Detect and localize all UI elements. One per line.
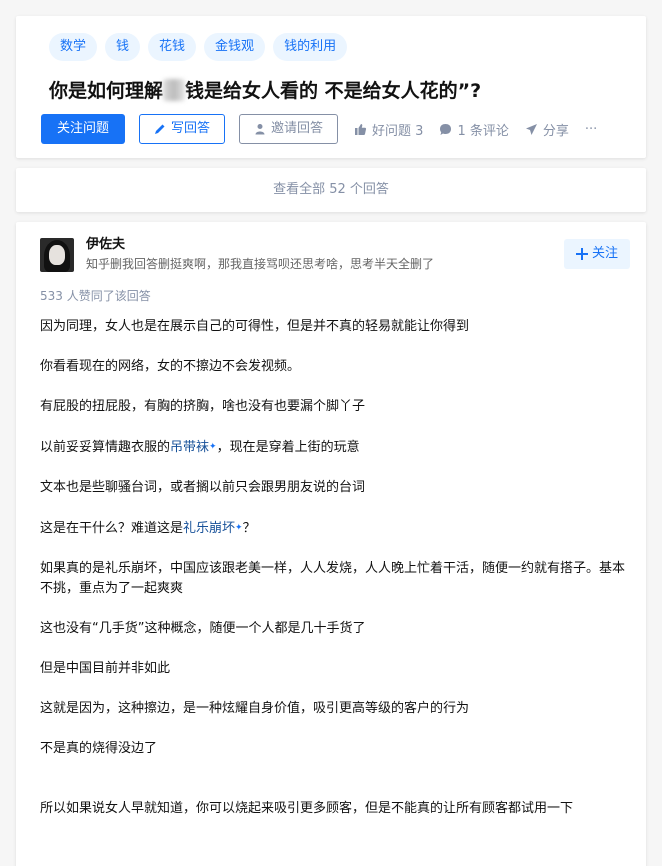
answer-paragraph: 有屁股的扭屁股，有胸的挤胸，啥也没有也要漏个脚丫子 <box>40 399 366 414</box>
question-card: 数学 钱 花钱 金钱观 钱的利用 你是如何理解 钱是给女人看的 不是给女人花的”?… <box>16 16 646 158</box>
avatar[interactable] <box>40 238 74 272</box>
question-title-start: 你是如何理解 <box>49 80 164 102</box>
answer-paragraph: 你看看现在的网络，女的不擦边不会发视频。 <box>40 359 301 374</box>
topic-tag[interactable]: 钱 <box>105 33 141 61</box>
answer-paragraph: 如果真的是礼乐崩坏，中国应该跟老美一样，人人发烧，人人晚上忙着干活，随便一约就有… <box>40 561 626 596</box>
share-label: 分享 <box>542 123 569 139</box>
answer-card: 伊佐夫 知乎删我回答删挺爽啊，那我直接骂呗还思考啥，思考半天全删了 关注 533… <box>16 222 646 866</box>
answer-paragraph: 所以如果说女人早就知道，你可以烧起来吸引更多顾客，但是不能真的让所有顾客都试用一… <box>40 801 574 816</box>
answer-paragraph: 这就是因为，这种擦边，是一种炫耀自身价值，吸引更高等级的客户的行为 <box>40 701 470 716</box>
view-all-answers-button[interactable]: 查看全部 52 个回答 <box>16 168 646 212</box>
answer-paragraph: 这是在干什么？难道这是礼乐崩坏✦？ <box>40 518 626 539</box>
topic-list: 数学 钱 花钱 金钱观 钱的利用 <box>49 33 646 61</box>
topic-tag[interactable]: 数学 <box>49 33 98 61</box>
answer-paragraph: 文本也是些聊骚台词，或者搁以前只会跟男朋友说的台词 <box>40 480 366 495</box>
answer-paragraph: 这也没有“几手货”这种概念，随便一个人都是几十手货了 <box>40 621 366 636</box>
question-actions: 关注问题 写回答 邀请回答 好问题 3 1 条评论 分享 ··· <box>41 114 597 144</box>
author-name[interactable]: 伊佐夫 <box>86 236 434 254</box>
person-plus-icon <box>254 123 266 135</box>
question-title-end: 钱是给女人看的 不是给女人花的”? <box>185 80 482 102</box>
author-bio: 知乎删我回答删挺爽啊，那我直接骂呗还思考啥，思考半天全删了 <box>86 257 435 271</box>
share-icon <box>525 123 538 136</box>
answer-paragraph: 因为同理，女人也是在展示自己的可得性，但是并不真的轻易就能让你得到 <box>40 319 470 334</box>
more-button[interactable]: ··· <box>585 122 597 137</box>
keyword-link[interactable]: 吊带袜 <box>170 440 209 455</box>
comments-button[interactable]: 1 条评论 <box>439 120 509 139</box>
sparkle-icon: ✦ <box>235 523 243 533</box>
thumbs-up-icon <box>354 123 367 136</box>
author-info: 伊佐夫 知乎删我回答删挺爽啊，那我直接骂呗还思考啥，思考半天全删了 <box>40 236 646 274</box>
follow-author-button[interactable]: 关注 <box>563 239 630 269</box>
upvote-count: 533 人赞同了该回答 <box>40 289 151 303</box>
avatar-face <box>49 245 65 265</box>
topic-tag[interactable]: 钱的利用 <box>273 33 348 61</box>
invite-answer-button[interactable]: 邀请回答 <box>239 114 339 144</box>
good-question-label: 好问题 3 <box>372 123 424 139</box>
topic-tag[interactable]: 花钱 <box>148 33 197 61</box>
topic-tag[interactable]: 金钱观 <box>204 33 266 61</box>
answer-content: 因为同理，女人也是在展示自己的可得性，但是并不真的轻易就能让你得到 你看看现在的… <box>40 317 626 819</box>
write-answer-button[interactable]: 写回答 <box>139 114 226 144</box>
follow-question-button[interactable]: 关注问题 <box>41 114 126 144</box>
plus-icon <box>575 248 588 260</box>
question-title[interactable]: 你是如何理解 钱是给女人看的 不是给女人花的”? <box>49 77 646 105</box>
share-button[interactable]: 分享 <box>525 120 569 139</box>
pencil-icon <box>154 123 166 135</box>
sparkle-icon: ✦ <box>209 442 217 452</box>
redacted-glyph <box>163 79 186 101</box>
paragraph-text: 以前妥妥算情趣衣服的 <box>40 440 171 455</box>
write-answer-label: 写回答 <box>171 121 211 136</box>
paragraph-text: 这是在干什么？难道这是 <box>40 521 184 536</box>
paragraph-text: ？ <box>242 521 256 536</box>
invite-answer-label: 邀请回答 <box>271 121 324 136</box>
keyword-link[interactable]: 礼乐崩坏 <box>183 521 235 536</box>
follow-author-label: 关注 <box>591 246 618 261</box>
good-question-button[interactable]: 好问题 3 <box>354 120 423 139</box>
answer-paragraph: 不是真的烧得没边了 <box>40 741 158 756</box>
answer-paragraph: 但是中国目前并非如此 <box>40 661 171 676</box>
paragraph-text: ，现在是穿着上街的玩意 <box>216 440 360 455</box>
comments-label: 1 条评论 <box>457 123 509 139</box>
comment-icon <box>439 123 452 136</box>
answer-paragraph: 以前妥妥算情趣衣服的吊带袜✦，现在是穿着上街的玩意 <box>40 437 626 458</box>
